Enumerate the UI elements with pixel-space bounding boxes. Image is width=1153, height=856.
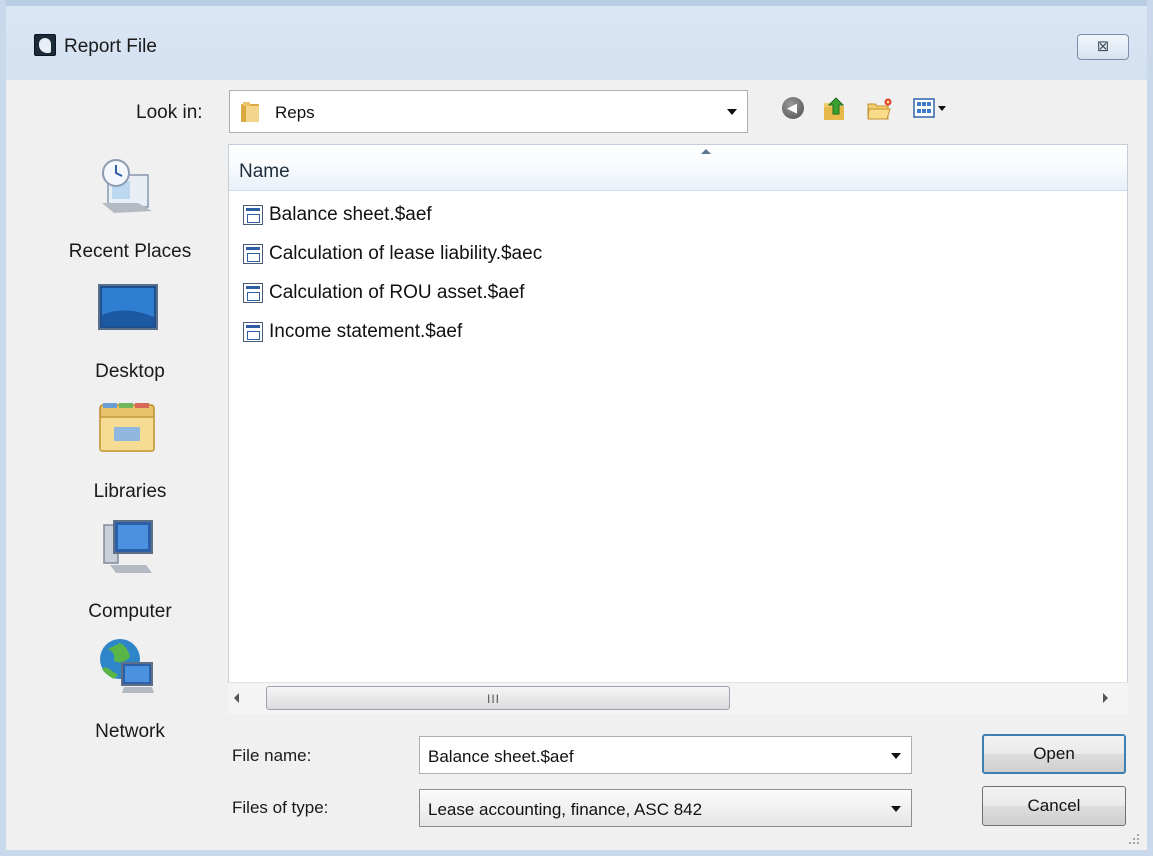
- close-button[interactable]: ⊠: [1077, 34, 1129, 60]
- chevron-down-icon[interactable]: [891, 806, 901, 812]
- file-item[interactable]: Calculation of lease liability.$aec: [243, 239, 943, 269]
- sort-ascending-icon: [701, 149, 711, 154]
- folder-icon: [241, 102, 259, 122]
- place-libraries[interactable]: Libraries: [44, 395, 216, 505]
- views-menu-button[interactable]: [910, 96, 970, 122]
- desktop-icon: [98, 284, 158, 330]
- scroll-left-icon[interactable]: [234, 693, 239, 703]
- chevron-down-icon[interactable]: [727, 109, 737, 115]
- file-name-input[interactable]: Balance sheet.$aef: [419, 736, 912, 774]
- place-label: Computer: [88, 601, 172, 622]
- file-name: Calculation of ROU asset.$aef: [269, 282, 525, 303]
- report-file-icon: [243, 283, 263, 303]
- column-header-name[interactable]: Name: [229, 145, 1127, 191]
- views-menu-icon: [913, 98, 946, 118]
- libraries-icon: [99, 403, 155, 452]
- report-file-icon: [243, 244, 263, 264]
- file-name: Balance sheet.$aef: [269, 204, 432, 225]
- place-recent-places[interactable]: Recent Places: [44, 155, 216, 265]
- place-label: Network: [95, 721, 165, 742]
- file-list[interactable]: Name Balance sheet.$aef Calculation of l…: [228, 144, 1128, 714]
- look-in-label: Look in:: [136, 102, 203, 123]
- file-name-label: File name:: [232, 746, 312, 765]
- open-button[interactable]: Open: [982, 734, 1126, 774]
- back-button[interactable]: ◀: [780, 96, 808, 122]
- up-folder-button[interactable]: [822, 96, 850, 122]
- new-folder-icon: [867, 98, 892, 120]
- scrollbar-grip: III: [487, 692, 501, 706]
- new-folder-button[interactable]: [866, 96, 894, 122]
- title-bar[interactable]: [6, 6, 1147, 80]
- file-item[interactable]: Income statement.$aef: [243, 317, 943, 347]
- look-in-dropdown[interactable]: Reps: [229, 90, 748, 133]
- window-title: Report File: [64, 36, 157, 57]
- window-frame-bottom: [0, 850, 1153, 856]
- place-label: Libraries: [93, 481, 167, 502]
- app-icon: [34, 34, 56, 56]
- computer-icon: [103, 520, 153, 573]
- file-name-value: Balance sheet.$aef: [428, 747, 574, 766]
- column-header-label: Name: [239, 161, 290, 182]
- up-folder-icon: [824, 97, 845, 120]
- report-file-icon: [243, 205, 263, 225]
- scroll-right-icon[interactable]: [1103, 693, 1108, 703]
- window-frame-right: [1147, 0, 1153, 856]
- place-network[interactable]: Network: [44, 635, 216, 745]
- place-computer[interactable]: Computer: [44, 515, 216, 625]
- file-name: Income statement.$aef: [269, 321, 463, 342]
- network-icon: [100, 639, 154, 693]
- look-in-value: Reps: [275, 103, 315, 122]
- file-type-dropdown[interactable]: Lease accounting, finance, ASC 842: [419, 789, 912, 827]
- place-desktop[interactable]: Desktop: [44, 275, 216, 385]
- place-label: Recent Places: [68, 241, 192, 262]
- places-bar: Recent Places Desktop Libraries Computer…: [44, 145, 216, 765]
- place-label: Desktop: [95, 361, 165, 382]
- recent-places-icon: [102, 159, 152, 213]
- file-item[interactable]: Calculation of ROU asset.$aef: [243, 278, 943, 308]
- horizontal-scrollbar[interactable]: III: [228, 682, 1128, 714]
- cancel-button[interactable]: Cancel: [982, 786, 1126, 826]
- report-file-dialog: Report File ⊠ Look in: Reps ◀ Recent Pla…: [0, 0, 1153, 856]
- file-name: Calculation of lease liability.$aec: [269, 243, 543, 264]
- resize-grip-icon[interactable]: [1129, 834, 1141, 846]
- report-file-icon: [243, 322, 263, 342]
- scrollbar-thumb[interactable]: III: [266, 686, 730, 710]
- file-item[interactable]: Balance sheet.$aef: [243, 200, 943, 230]
- file-type-value: Lease accounting, finance, ASC 842: [428, 800, 703, 819]
- chevron-down-icon[interactable]: [891, 753, 901, 759]
- file-type-label: Files of type:: [232, 798, 329, 817]
